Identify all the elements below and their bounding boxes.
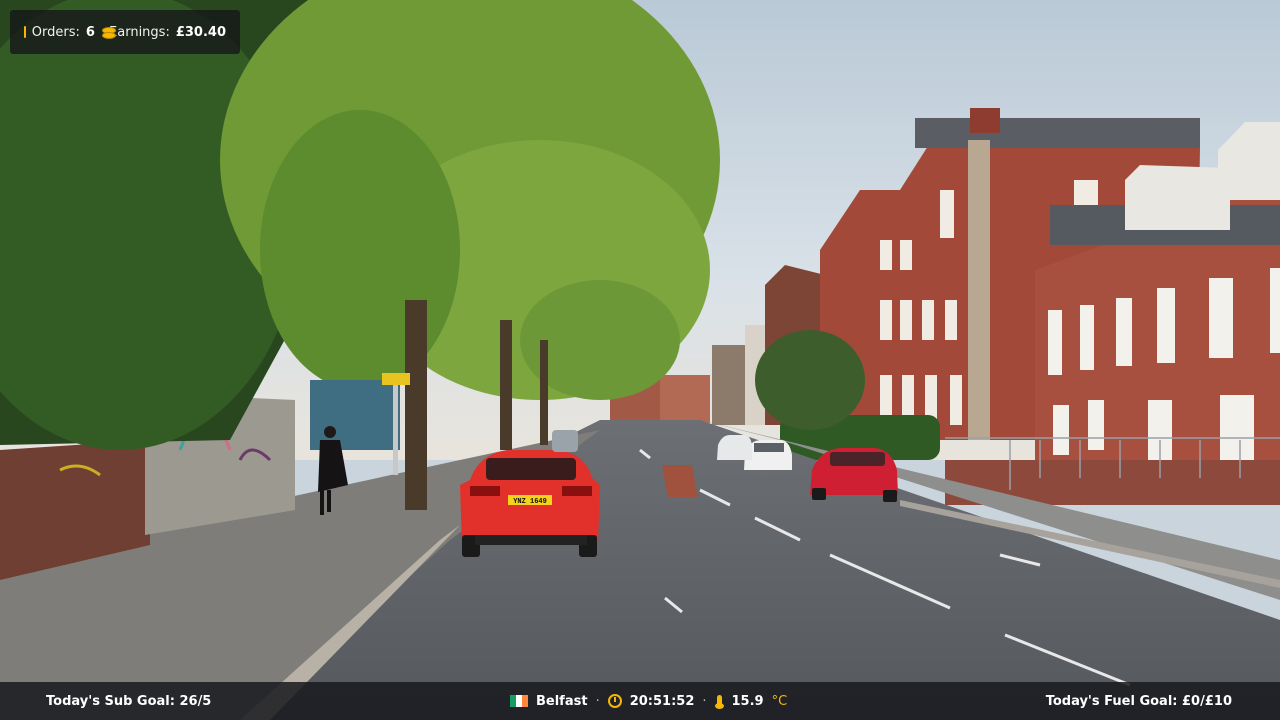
street-sign [382,373,410,385]
signpost [393,380,398,475]
location-info: Belfast · 20:51:52 · 15.9 °C [510,694,787,709]
distant-car [552,430,578,452]
orders-icon [24,26,26,38]
separator: · [595,693,600,709]
temperature-value: 15.9 [731,693,764,709]
orders-label: Orders: [31,24,80,40]
roof [915,118,1200,148]
separator: · [702,693,707,709]
status-bar: Today's Sub Goal: 26/5 Belfast · 20:51:5… [0,682,1280,720]
red-hatchback-car: YNZ 1649 [460,450,600,557]
orders-earnings-panel: Orders: 6 Earnings: £30.40 [10,10,240,54]
red-bus-lane [661,465,698,497]
thermometer-icon [714,695,724,709]
number-plate: YNZ 1649 [513,498,547,506]
distant-building [660,375,710,423]
coins-icon [101,26,117,39]
sub-goal: Today's Sub Goal: 26/5 [46,693,212,709]
orders-value: 6 [85,24,95,40]
parked-red-car [810,448,898,502]
dormer [1125,165,1230,230]
flag-stripe-orange [522,695,528,707]
fuel-goal: Today's Fuel Goal: £0/£10 [1045,693,1232,709]
ireland-flag-icon [510,695,528,707]
chimney [970,108,1000,133]
stone-quoin [968,140,990,440]
city-name: Belfast [536,693,588,709]
earnings-label: Earnings: [109,24,170,40]
shopfront [310,380,400,450]
parked-white-car [717,435,752,460]
street-scene: YNZ 1649 [0,0,1280,720]
clock-icon [607,694,622,708]
clock-time: 20:51:52 [629,693,695,709]
earnings-value: £30.40 [175,24,226,40]
temperature-unit: °C [771,693,788,709]
